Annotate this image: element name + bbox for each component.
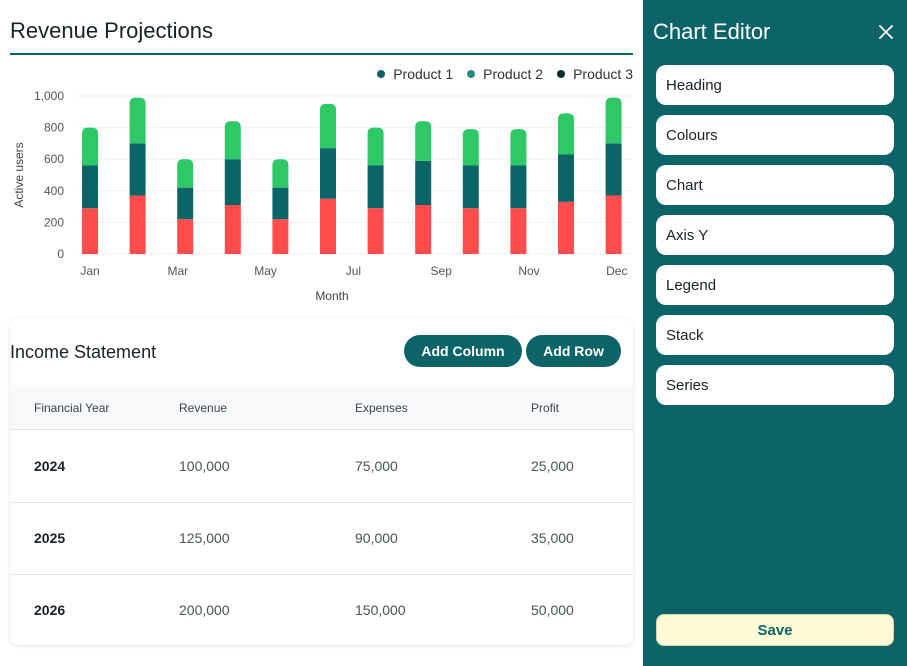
- bar-product-2: [510, 129, 527, 166]
- bar-product-2: [82, 127, 98, 166]
- cell-profit: 35,000: [531, 530, 574, 546]
- bar-product-2: [415, 121, 432, 161]
- x-axis-label: Month: [315, 289, 348, 303]
- table-header: Financial Year Revenue Expenses Profit: [10, 385, 633, 430]
- x-tick-label: Jan: [80, 264, 99, 278]
- editor-item-colours[interactable]: Colours: [656, 115, 894, 155]
- bar-product-1: [82, 165, 98, 209]
- cell-expenses: 90,000: [355, 530, 398, 546]
- bar-product-2: [177, 159, 194, 188]
- editor-item-heading[interactable]: Heading: [656, 65, 894, 105]
- cell-expenses: 75,000: [355, 458, 398, 474]
- bar-product-3: [224, 205, 241, 254]
- bar-product-3: [510, 208, 527, 254]
- bar-product-2: [129, 97, 146, 144]
- bar-product-2: [605, 97, 622, 144]
- header-revenue: Revenue: [179, 401, 228, 415]
- cell-revenue: 100,000: [179, 458, 230, 474]
- table-row[interactable]: 2025 125,000 90,000 35,000: [10, 502, 633, 575]
- table-row[interactable]: 2026 200,000 150,000 50,000: [10, 574, 633, 646]
- bar-product-1: [320, 148, 336, 199]
- cell-year: 2024: [34, 458, 66, 474]
- bar-product-3: [320, 198, 336, 254]
- bar-product-3: [272, 219, 289, 254]
- y-tick-label: 1,000: [34, 89, 64, 103]
- stacked-bar-chart: 0 200 400 600 800 1,000 Active users Jan Mar May J…: [12, 89, 632, 303]
- add-column-button[interactable]: Add Column: [404, 335, 522, 367]
- bar-product-1: [415, 160, 432, 206]
- chart-editor-title: Chart Editor: [653, 19, 771, 44]
- header-profit: Profit: [531, 401, 560, 415]
- x-tick-label: Nov: [518, 264, 539, 278]
- bar-product-3: [177, 219, 194, 254]
- cell-expenses: 150,000: [355, 602, 406, 618]
- cell-year: 2025: [34, 530, 66, 546]
- income-statement-card: Income Statement Add Column Add Row Fina…: [10, 318, 633, 645]
- bar-product-3: [558, 201, 574, 254]
- bar-product-1: [367, 165, 384, 209]
- cell-profit: 50,000: [531, 602, 574, 618]
- bar-product-2: [462, 129, 479, 166]
- bar-product-2: [367, 127, 384, 166]
- y-tick-label: 0: [57, 247, 64, 261]
- cell-year: 2026: [34, 602, 66, 618]
- editor-item-legend[interactable]: Legend: [656, 265, 894, 305]
- bar-product-1: [177, 187, 194, 220]
- chart-title: Revenue Projections: [10, 18, 214, 43]
- bar-product-1: [605, 143, 622, 196]
- x-tick-label: Jul: [346, 264, 361, 278]
- save-button[interactable]: Save: [656, 614, 894, 646]
- bar-product-2: [558, 113, 574, 155]
- editor-item-chart[interactable]: Chart: [656, 165, 894, 205]
- bar-product-3: [129, 195, 146, 254]
- bar-product-2: [224, 121, 241, 160]
- y-tick-label: 200: [44, 215, 64, 229]
- cell-profit: 25,000: [531, 458, 574, 474]
- add-row-button[interactable]: Add Row: [526, 335, 621, 367]
- y-tick-label: 600: [44, 152, 64, 166]
- x-tick-label: Mar: [167, 264, 188, 278]
- x-tick-label: Sep: [431, 264, 453, 278]
- editor-item-axis-y[interactable]: Axis Y: [656, 215, 894, 255]
- y-axis-label: Active users: [12, 142, 26, 207]
- income-statement-title: Income Statement: [10, 342, 157, 362]
- bar-product-3: [367, 208, 384, 254]
- bar-product-1: [510, 165, 527, 209]
- bar-product-1: [224, 159, 241, 206]
- bar-product-2: [272, 159, 289, 188]
- chart-editor-panel: Chart Editor Heading Colours Chart Axis …: [643, 0, 907, 666]
- bar-product-2: [320, 103, 336, 149]
- x-tick-label: May: [254, 264, 277, 278]
- bar-product-3: [605, 195, 622, 254]
- header-expenses: Expenses: [355, 401, 408, 415]
- bar-product-1: [272, 187, 289, 220]
- cell-revenue: 200,000: [179, 602, 230, 618]
- bar-product-3: [82, 208, 98, 254]
- editor-item-stack[interactable]: Stack: [656, 315, 894, 355]
- editor-item-series[interactable]: Series: [656, 365, 894, 405]
- y-tick-label: 800: [44, 121, 64, 135]
- cell-revenue: 125,000: [179, 530, 230, 546]
- bar-product-3: [462, 208, 479, 254]
- header-financial-year: Financial Year: [34, 401, 110, 415]
- title-underline: [10, 53, 633, 55]
- bar-product-1: [462, 165, 479, 209]
- close-icon[interactable]: [879, 25, 893, 39]
- x-tick-label: Dec: [606, 264, 627, 278]
- bar-product-3: [415, 205, 432, 254]
- y-tick-label: 400: [44, 184, 64, 198]
- bar-product-1: [558, 154, 574, 202]
- bar-product-1: [129, 143, 146, 196]
- table-row[interactable]: 2024 100,000 75,000 25,000: [10, 430, 633, 503]
